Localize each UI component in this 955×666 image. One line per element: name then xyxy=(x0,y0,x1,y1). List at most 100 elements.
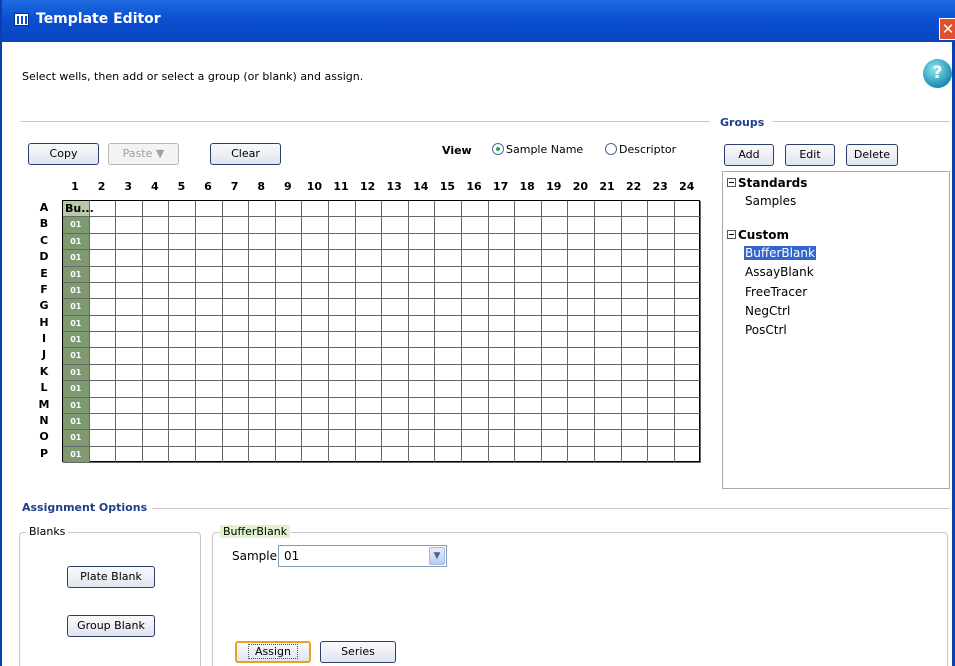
plate-well[interactable] xyxy=(621,233,649,251)
plate-well[interactable] xyxy=(595,217,622,234)
plate-well[interactable] xyxy=(302,413,329,431)
plate-well[interactable] xyxy=(435,315,462,333)
plate-well[interactable] xyxy=(408,201,436,218)
plate-well[interactable] xyxy=(488,348,516,365)
plate-well[interactable] xyxy=(648,446,675,464)
plate-well[interactable] xyxy=(408,332,436,349)
plate-well[interactable] xyxy=(595,233,622,251)
plate-well[interactable] xyxy=(435,233,462,251)
plate-well[interactable] xyxy=(89,315,117,333)
plate-well[interactable] xyxy=(408,397,436,414)
plate-well[interactable] xyxy=(249,446,276,464)
plate-well[interactable] xyxy=(674,397,702,414)
plate-well[interactable] xyxy=(648,282,675,300)
plate-well[interactable] xyxy=(249,217,276,234)
plate-well[interactable] xyxy=(435,217,462,234)
plate-well[interactable] xyxy=(142,233,170,251)
plate-column-header[interactable]: 13 xyxy=(381,180,407,193)
plate-well[interactable] xyxy=(275,413,303,431)
plate-well[interactable] xyxy=(116,266,143,283)
plate-well[interactable] xyxy=(249,282,276,300)
assign-button[interactable]: Assign xyxy=(235,641,311,663)
plate-well[interactable] xyxy=(169,430,196,447)
plate-well[interactable] xyxy=(408,266,436,283)
plate-well[interactable] xyxy=(169,413,196,431)
plate-well[interactable] xyxy=(621,446,649,464)
plate-column-header[interactable]: 8 xyxy=(248,180,274,193)
tree-item-bufferblank[interactable]: BufferBlank xyxy=(744,246,816,260)
plate-well[interactable]: 01 xyxy=(63,315,90,333)
radio-descriptor[interactable]: Descriptor xyxy=(605,143,676,156)
plate-well[interactable] xyxy=(142,397,170,414)
plate-well[interactable] xyxy=(142,446,170,464)
plate-well[interactable] xyxy=(408,299,436,316)
plate-well[interactable] xyxy=(462,282,489,300)
plate-well[interactable] xyxy=(648,381,675,398)
plate-well[interactable] xyxy=(196,217,223,234)
plate-well[interactable] xyxy=(302,315,329,333)
plate-well[interactable] xyxy=(249,315,276,333)
plate-well[interactable] xyxy=(196,397,223,414)
plate-well[interactable] xyxy=(595,413,622,431)
plate-well[interactable] xyxy=(196,348,223,365)
plate-well[interactable] xyxy=(488,299,516,316)
plate-well[interactable] xyxy=(116,201,143,218)
plate-column-header[interactable]: 18 xyxy=(514,180,540,193)
plate-column-header[interactable]: 9 xyxy=(275,180,301,193)
plate-well[interactable] xyxy=(595,397,622,414)
plate-well[interactable] xyxy=(355,430,383,447)
plate-well[interactable] xyxy=(89,250,117,267)
plate-well[interactable] xyxy=(462,413,489,431)
group-blank-button[interactable]: Group Blank xyxy=(67,615,155,637)
plate-well[interactable]: 01 xyxy=(63,397,90,414)
plate-well[interactable] xyxy=(249,266,276,283)
plate-well[interactable] xyxy=(302,397,329,414)
copy-button[interactable]: Copy xyxy=(28,143,99,165)
plate-well[interactable] xyxy=(408,348,436,365)
plate-well[interactable] xyxy=(142,413,170,431)
plate-well[interactable] xyxy=(222,381,250,398)
plate-well[interactable] xyxy=(674,201,702,218)
plate-well[interactable] xyxy=(249,332,276,349)
plate-well[interactable] xyxy=(329,217,356,234)
plate-well[interactable] xyxy=(541,348,569,365)
plate-well[interactable] xyxy=(196,299,223,316)
plate-well[interactable] xyxy=(89,381,117,398)
plate-well[interactable]: 01 xyxy=(63,348,90,365)
plate-well[interactable] xyxy=(488,233,516,251)
plate-row-header[interactable]: D xyxy=(37,250,51,263)
plate-well[interactable] xyxy=(222,217,250,234)
plate-well[interactable] xyxy=(329,332,356,349)
plate-well[interactable] xyxy=(169,201,196,218)
plate-well[interactable] xyxy=(329,381,356,398)
plate-well[interactable] xyxy=(116,446,143,464)
plate-column-header[interactable]: 22 xyxy=(621,180,647,193)
plate-well[interactable] xyxy=(116,233,143,251)
plate-well[interactable] xyxy=(408,315,436,333)
plate-column-header[interactable]: 12 xyxy=(355,180,381,193)
clear-button[interactable]: Clear xyxy=(210,143,281,165)
plate-well[interactable] xyxy=(302,381,329,398)
plate-well[interactable] xyxy=(674,299,702,316)
plate-well[interactable] xyxy=(382,315,409,333)
plate-well[interactable] xyxy=(329,282,356,300)
add-group-button[interactable]: Add xyxy=(724,144,774,166)
plate-well[interactable] xyxy=(568,430,595,447)
plate-well[interactable] xyxy=(595,250,622,267)
plate-well[interactable] xyxy=(541,299,569,316)
plate-well[interactable] xyxy=(435,282,462,300)
plate-well[interactable] xyxy=(568,299,595,316)
plate-well[interactable] xyxy=(541,397,569,414)
plate-well[interactable] xyxy=(488,282,516,300)
plate-well[interactable] xyxy=(222,250,250,267)
plate-well[interactable] xyxy=(435,250,462,267)
plate-well[interactable] xyxy=(515,266,542,283)
plate-well[interactable] xyxy=(169,266,196,283)
plate-well[interactable] xyxy=(515,233,542,251)
plate-well[interactable] xyxy=(621,266,649,283)
plate-well[interactable] xyxy=(329,413,356,431)
plate-well[interactable] xyxy=(116,430,143,447)
plate-well[interactable] xyxy=(541,201,569,218)
plate-column-header[interactable]: 6 xyxy=(195,180,221,193)
plate-well[interactable] xyxy=(249,348,276,365)
